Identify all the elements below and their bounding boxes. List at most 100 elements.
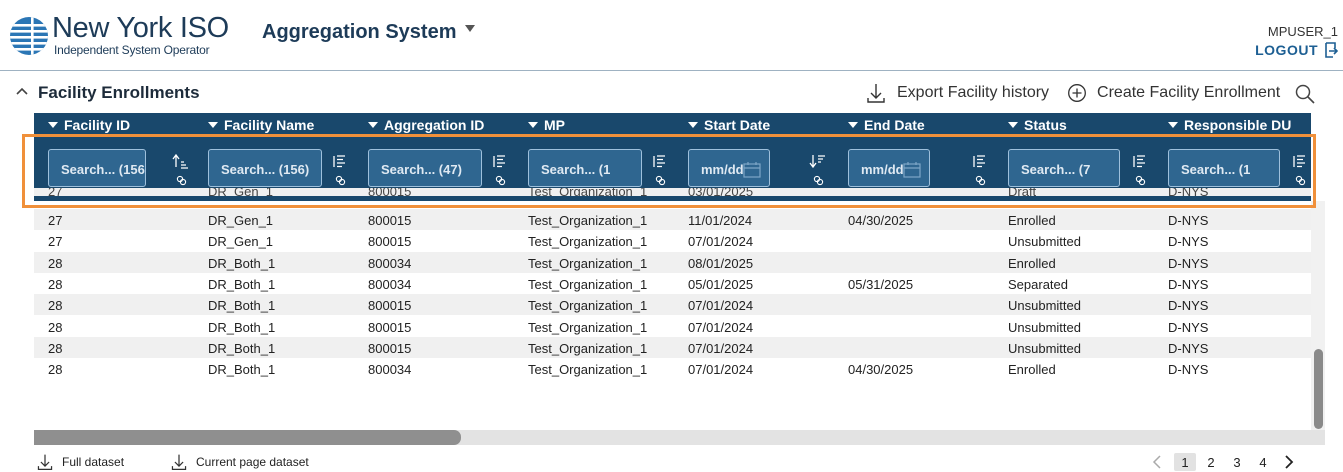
sort-options-icon[interactable]	[1131, 153, 1149, 187]
filter-cell-mp: Search... (1	[528, 149, 678, 189]
date-filter-input[interactable]: mm/dd/y	[688, 149, 770, 187]
search-icon[interactable]	[1294, 83, 1316, 105]
column-header-label: Aggregation ID	[384, 117, 485, 133]
search-filter-input[interactable]: Search... (1	[528, 149, 642, 187]
logo-name: New York ISO	[52, 12, 229, 44]
cell-responsible-du: D-NYS	[1168, 362, 1209, 378]
cell-aggregation-id: 800015	[368, 188, 412, 196]
table-row[interactable]: 28 DR_Both_1 800015 Test_Organization_1 07/0…	[34, 315, 1311, 337]
calendar-icon[interactable]	[743, 162, 761, 178]
vertical-scrollbar[interactable]	[1311, 201, 1325, 430]
search-filter-input[interactable]: Search... (47)	[368, 149, 482, 187]
export-facility-history-button[interactable]: Export Facility history	[865, 82, 1049, 104]
cell-status: Separated	[1008, 276, 1068, 292]
cell-status: Draft	[1008, 188, 1037, 196]
sort-descending-icon[interactable]	[809, 153, 827, 187]
cell-responsible-du: D-NYS	[1168, 276, 1209, 292]
column-header-aggregation-id[interactable]: Aggregation ID	[368, 113, 484, 137]
table-row[interactable]: 27 DR_Gen_1 800015 Test_Organization_1 07/01…	[34, 230, 1311, 252]
cell-start-date: 05/01/2025	[688, 276, 754, 292]
download-icon	[867, 84, 885, 103]
full-dataset-label: Full dataset	[62, 455, 125, 469]
pagination: 1 2 3 4	[1150, 452, 1296, 472]
chevron-right-icon	[1285, 455, 1294, 469]
horizontal-scrollbar-thumb[interactable]	[34, 430, 461, 445]
app-title[interactable]: Aggregation System	[262, 21, 456, 44]
page-button-1[interactable]: 1	[1174, 453, 1196, 471]
prev-page-button[interactable]	[1150, 453, 1164, 471]
download-current-page-button[interactable]: Current page dataset	[170, 452, 309, 472]
column-header-start-date[interactable]: Start Date	[688, 113, 770, 137]
caret-down-icon	[528, 122, 538, 128]
filter-placeholder: Search... (156)	[221, 162, 310, 177]
cell-aggregation-id: 800034	[368, 362, 412, 378]
search-filter-input[interactable]: Search... (156)	[208, 149, 322, 187]
column-header-label: Start Date	[704, 117, 771, 133]
sort-options-icon[interactable]	[651, 153, 669, 187]
logout-button[interactable]: LOGOUT	[1255, 40, 1338, 60]
filter-cell-facility-id: Search... (156)	[48, 149, 198, 189]
download-full-dataset-button[interactable]: Full dataset	[36, 452, 124, 472]
facility-enrollments-grid: Facility ID Search... (156) Facility Name S…	[34, 113, 1311, 431]
next-page-button[interactable]	[1282, 453, 1296, 471]
cell-facility-id: 28	[48, 319, 63, 335]
search-filter-input[interactable]: Search... (156)	[48, 149, 146, 187]
table-row-partial[interactable]: 27 DR_Gen_1 800015 Test_Organization_1 03/01…	[34, 188, 1311, 196]
nyiso-logo[interactable]: New York ISO Independent System Operator	[9, 12, 229, 60]
table-row[interactable]: 27 DR_Gen_1 800015 Test_Organization_1 11/01…	[34, 209, 1311, 230]
page-button-2[interactable]: 2	[1200, 453, 1222, 471]
cell-responsible-du: D-NYS	[1168, 188, 1209, 196]
sort-options-icon[interactable]	[1291, 153, 1309, 187]
caret-down-icon[interactable]	[464, 24, 476, 34]
cell-aggregation-id: 800034	[368, 276, 412, 292]
table-row[interactable]: 28 DR_Both_1 800034 Test_Organization_1 08/0…	[34, 251, 1311, 273]
cell-end-date: 04/30/2025	[848, 213, 914, 228]
cell-start-date: 07/01/2024	[688, 234, 754, 250]
sort-options-icon[interactable]	[491, 153, 509, 187]
search-filter-input[interactable]: Search... (7	[1008, 149, 1120, 187]
globe-logo-icon	[10, 17, 48, 55]
page-button-4[interactable]: 4	[1252, 453, 1274, 471]
date-filter-input[interactable]: mm/dd/y	[848, 149, 930, 187]
sort-options-icon[interactable]	[971, 153, 989, 187]
table-row[interactable]: 28 DR_Both_1 800015 Test_Organization_1 07/0…	[34, 294, 1311, 316]
create-facility-enrollment-button[interactable]: Create Facility Enrollment	[1067, 83, 1280, 103]
column-header-label: Facility ID	[64, 117, 131, 133]
cell-facility-name: DR_Gen_1	[208, 234, 274, 250]
filter-placeholder: Search... (47)	[381, 162, 462, 177]
table-row[interactable]: 28 DR_Both_1 800015 Test_Organization_1 07/0…	[34, 336, 1311, 358]
cell-facility-id: 28	[48, 276, 63, 292]
column-header-label: MP	[544, 117, 565, 133]
table-row[interactable]: 28 DR_Both_1 800034 Test_Organization_1 07/0…	[34, 358, 1311, 380]
column-header-facility-id[interactable]: Facility ID	[48, 113, 130, 137]
cell-end-date: 05/31/2025	[848, 276, 914, 292]
cell-facility-name: DR_Both_1	[208, 362, 276, 378]
cell-facility-name: DR_Both_1	[208, 340, 276, 356]
vertical-scrollbar-thumb[interactable]	[1314, 349, 1323, 429]
filter-placeholder: Search... (7	[1021, 162, 1091, 177]
search-filter-input[interactable]: Search... (1	[1168, 149, 1280, 187]
sort-options-icon[interactable]	[331, 153, 349, 187]
filter-cell-aggregation-id: Search... (47)	[368, 149, 518, 189]
horizontal-scrollbar[interactable]	[34, 430, 1325, 445]
chevron-up-icon[interactable]	[15, 86, 29, 96]
cell-mp: Test_Organization_1	[528, 255, 648, 271]
column-header-end-date[interactable]: End Date	[848, 113, 925, 137]
cell-status: Unsubmitted	[1008, 340, 1081, 356]
page-button-3[interactable]: 3	[1226, 453, 1248, 471]
column-header-status[interactable]: Status	[1008, 113, 1067, 137]
cell-facility-id: 28	[48, 362, 63, 378]
column-header-facility-name[interactable]: Facility Name	[208, 113, 314, 137]
logout-icon	[1325, 42, 1338, 58]
calendar-icon[interactable]	[903, 162, 921, 178]
caret-down-icon	[48, 122, 58, 128]
column-header-label: End Date	[864, 117, 925, 133]
sort-ascending-icon[interactable]	[172, 153, 190, 187]
column-header-mp[interactable]: MP	[528, 113, 565, 137]
cell-status: Enrolled	[1008, 255, 1056, 271]
logout-label: LOGOUT	[1255, 42, 1318, 58]
table-row[interactable]: 28 DR_Both_1 800034 Test_Organization_1 05/0…	[34, 272, 1311, 294]
column-header-responsible-du[interactable]: Responsible DU	[1168, 113, 1291, 137]
cell-start-date: 07/01/2024	[688, 319, 754, 335]
cell-responsible-du: D-NYS	[1168, 255, 1209, 271]
